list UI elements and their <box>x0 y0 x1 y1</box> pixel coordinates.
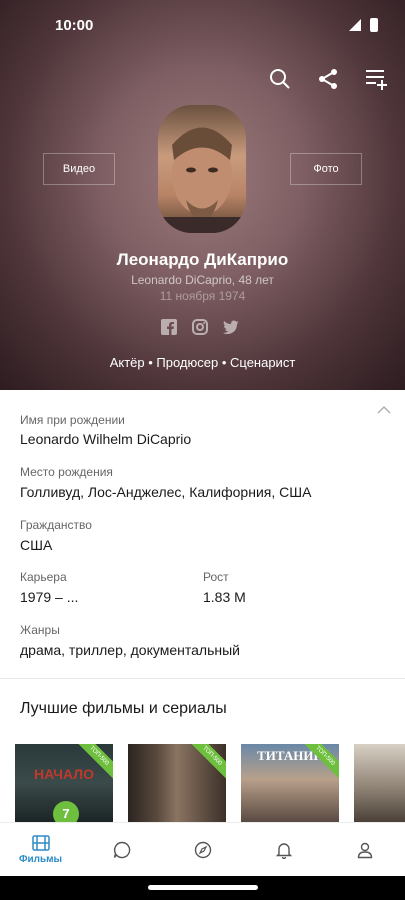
profile-photo[interactable] <box>158 105 246 233</box>
career-label: Карьера <box>20 570 67 584</box>
profile-header: 10:00 Видео Фото Леонардо ДиКаприо Leona… <box>0 0 405 390</box>
poster-title: НАЧАЛО <box>34 766 94 782</box>
poster-card[interactable] <box>354 744 405 822</box>
films-carousel[interactable]: НАЧАЛО ТОП-500 7 ТОП-500 ТИТАНИК ТОП-500 <box>15 744 405 822</box>
facebook-icon[interactable] <box>160 318 177 335</box>
poster-card[interactable]: ТИТАНИК ТОП-500 <box>241 744 339 822</box>
poster-card[interactable]: НАЧАЛО ТОП-500 7 <box>15 744 113 822</box>
tab-chat[interactable] <box>81 823 162 877</box>
height-label: Рост <box>203 570 229 584</box>
career-value: 1979 – ... <box>20 589 79 605</box>
add-to-list-icon[interactable] <box>361 64 391 94</box>
film-icon <box>31 835 50 851</box>
citizenship-value: США <box>20 537 53 553</box>
birth-name-value: Leonardo Wilhelm DiCaprio <box>20 431 192 447</box>
genres-value: драма, триллер, документальный <box>20 642 240 658</box>
search-icon[interactable] <box>265 64 295 94</box>
tab-notifications[interactable] <box>243 823 324 877</box>
tab-explore[interactable] <box>162 823 243 877</box>
height-value: 1.83 М <box>203 589 246 605</box>
birth-date: 11 ноября 1974 <box>159 289 246 303</box>
photo-button[interactable]: Фото <box>290 153 362 185</box>
compass-icon <box>194 841 211 859</box>
tab-films-label: Фильмы <box>18 854 63 865</box>
genres-label: Жанры <box>20 623 60 637</box>
chat-icon <box>113 841 130 859</box>
user-icon <box>357 842 372 859</box>
status-time: 10:00 <box>55 17 94 34</box>
poster-card[interactable]: ТОП-500 <box>128 744 226 822</box>
twitter-icon[interactable] <box>222 318 239 335</box>
citizenship-label: Гражданство <box>20 518 92 532</box>
divider <box>0 678 405 679</box>
signal-icon <box>349 19 361 31</box>
top500-badge: ТОП-500 <box>186 744 226 782</box>
header-actions <box>265 64 391 94</box>
instagram-icon[interactable] <box>191 318 208 335</box>
tab-profile[interactable] <box>324 823 405 877</box>
roles-list: Актёр • Продюсер • Сценарист <box>109 355 296 370</box>
battery-icon <box>370 18 378 32</box>
social-links <box>160 318 239 335</box>
person-name: Леонардо ДиКаприо <box>116 250 289 269</box>
home-indicator[interactable] <box>148 885 258 890</box>
bell-icon <box>275 843 292 859</box>
share-icon[interactable] <box>313 64 343 94</box>
birthplace-value: Голливуд, Лос-Анджелес, Калифорния, США <box>20 484 312 500</box>
rating-badge: 7 <box>53 801 79 822</box>
screen: 10:00 Видео Фото Леонардо ДиКаприо Leona… <box>0 0 405 900</box>
original-name-age: Leonardo DiCaprio, 48 лет <box>131 273 274 287</box>
status-bar: 10:00 <box>0 0 405 50</box>
birthplace-label: Место рождения <box>20 465 113 479</box>
chevron-up-icon[interactable] <box>377 402 391 420</box>
video-button[interactable]: Видео <box>43 153 115 185</box>
tab-films[interactable]: Фильмы <box>0 823 81 877</box>
bottom-nav: Фильмы <box>0 822 405 876</box>
birth-name-label: Имя при рождении <box>20 413 125 427</box>
best-films-title: Лучшие фильмы и сериалы <box>20 700 227 717</box>
